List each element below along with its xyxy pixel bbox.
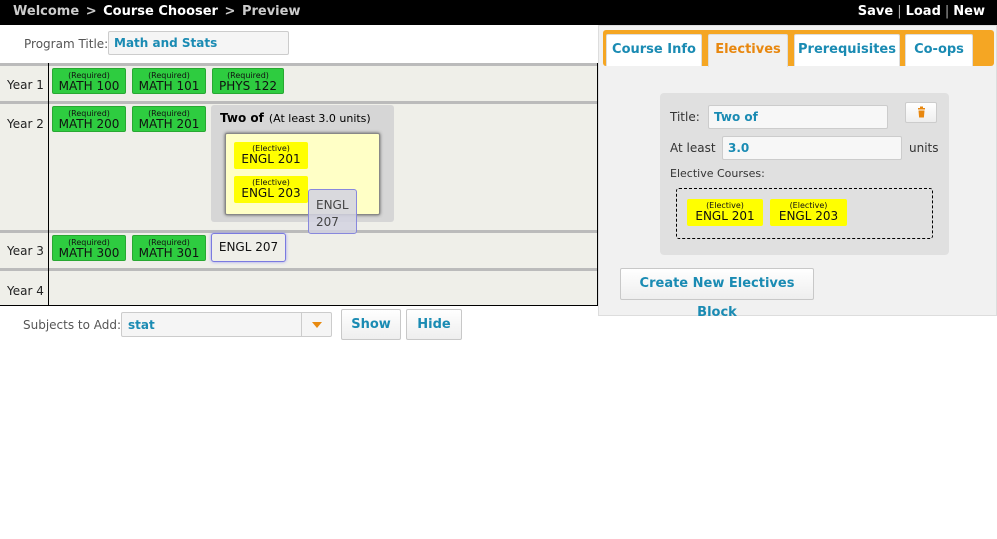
new-link[interactable]: New [953, 4, 985, 19]
tab-course-info[interactable]: Course Info [606, 34, 702, 66]
course-chip-engl-203[interactable]: (Elective) ENGL 203 [770, 199, 847, 226]
group-title-text: Two of [220, 111, 264, 125]
course-chip-math-300[interactable]: (Required) MATH 300 [52, 235, 126, 261]
crumb-course-chooser[interactable]: Course Chooser [103, 4, 218, 19]
elective-courses-dropzone[interactable]: (Elective) ENGL 201 (Elective) ENGL 203 [676, 188, 933, 239]
chip-code: MATH 100 [58, 79, 120, 93]
chevron-down-icon [312, 322, 322, 328]
chip-code: ENGL 201 [695, 209, 755, 223]
year-label: Year 4 [7, 284, 44, 298]
chip-code: PHYS 122 [219, 79, 277, 93]
course-chip-math-100[interactable]: (Required) MATH 100 [52, 68, 126, 94]
chip-code: MATH 301 [138, 246, 200, 260]
subjects-value: stat [128, 318, 155, 332]
top-bar: Welcome > Course Chooser > Preview Save |… [0, 0, 997, 25]
subjects-dropdown[interactable]: stat [121, 312, 332, 337]
title-input[interactable]: Two of [708, 105, 888, 129]
chip-code: MATH 200 [58, 117, 120, 131]
elective-courses-label: Elective Courses: [670, 167, 765, 180]
course-chip-engl-201[interactable]: (Elective) ENGL 201 [234, 142, 308, 169]
course-chip-math-200[interactable]: (Required) MATH 200 [52, 106, 126, 132]
year-label: Year 2 [7, 117, 44, 131]
electives-group[interactable]: Two of (At least 3.0 units) (Elective) ENG… [211, 105, 394, 222]
course-chip-math-201[interactable]: (Required) MATH 201 [132, 106, 206, 132]
course-chip-phys-122[interactable]: (Required) PHYS 122 [212, 68, 284, 94]
program-title-input[interactable] [108, 31, 289, 55]
chip-code: MATH 201 [138, 117, 200, 131]
dropdown-toggle[interactable] [301, 313, 331, 336]
units-label: units [909, 141, 939, 155]
crumb-welcome[interactable]: Welcome [13, 4, 79, 19]
atleast-label: At least [670, 141, 716, 155]
crumb-preview[interactable]: Preview [242, 4, 301, 19]
year-row-3[interactable]: Year 3 (Required) MATH 300 (Required) MATH… [0, 230, 597, 268]
trash-icon [918, 106, 925, 118]
load-link[interactable]: Load [906, 4, 941, 19]
course-chip-math-101[interactable]: (Required) MATH 101 [132, 68, 206, 94]
divider: | [944, 4, 950, 19]
dragging-course[interactable]: ENGL 207 [308, 189, 357, 234]
course-chip-math-301[interactable]: (Required) MATH 301 [132, 235, 206, 261]
group-note: (At least 3.0 units) [268, 112, 371, 125]
drag-line: ENGL [316, 198, 349, 212]
crumb-separator: > [85, 4, 97, 19]
year-label: Year 3 [7, 244, 44, 258]
breadcrumb: Welcome > Course Chooser > Preview [13, 4, 300, 19]
divider: | [897, 4, 902, 19]
year-row-4[interactable]: Year 4 [0, 268, 597, 305]
group-title: Two of (At least 3.0 units) [220, 111, 371, 125]
course-chip-engl-201[interactable]: (Elective) ENGL 201 [687, 199, 763, 226]
year-row-1[interactable]: Year 1 (Required) MATH 100 (Required) MATH… [0, 63, 597, 101]
create-electives-block-button[interactable]: Create New Electives Block [620, 268, 814, 320]
year-label: Year 1 [7, 78, 44, 92]
tab-bar: Course Info Electives Prerequisites Co-o… [603, 30, 994, 67]
electives-editor: Title: Two of At least 3.0 units Electiv… [660, 93, 949, 255]
chip-code: ENGL 203 [241, 186, 301, 200]
details-panel: Course Info Electives Prerequisites Co-o… [598, 25, 997, 320]
chip-code: ENGL 201 [241, 152, 301, 166]
crumb-separator: > [224, 4, 236, 19]
tab-co-ops[interactable]: Co-ops [905, 34, 973, 66]
delete-block-button[interactable] [905, 102, 937, 123]
tab-prerequisites[interactable]: Prerequisites [794, 34, 900, 66]
drag-line: 207 [316, 215, 339, 229]
chip-code: ENGL 203 [778, 209, 839, 223]
subjects-label: Subjects to Add: [23, 318, 122, 332]
program-title-label: Program Title: [24, 37, 109, 51]
top-actions: Save | Load | New [858, 4, 985, 19]
course-chip-engl-203[interactable]: (Elective) ENGL 203 [234, 176, 308, 203]
drop-placeholder[interactable]: ENGL 207 [211, 233, 286, 262]
column-divider [48, 63, 49, 305]
title-label: Title: [670, 110, 700, 124]
chip-code: MATH 101 [138, 79, 200, 93]
hide-button[interactable]: Hide [406, 309, 462, 340]
atleast-input[interactable]: 3.0 [722, 136, 902, 160]
show-button[interactable]: Show [341, 309, 401, 340]
tab-electives[interactable]: Electives [708, 34, 788, 67]
save-link[interactable]: Save [858, 4, 893, 19]
chip-code: MATH 300 [58, 246, 120, 260]
